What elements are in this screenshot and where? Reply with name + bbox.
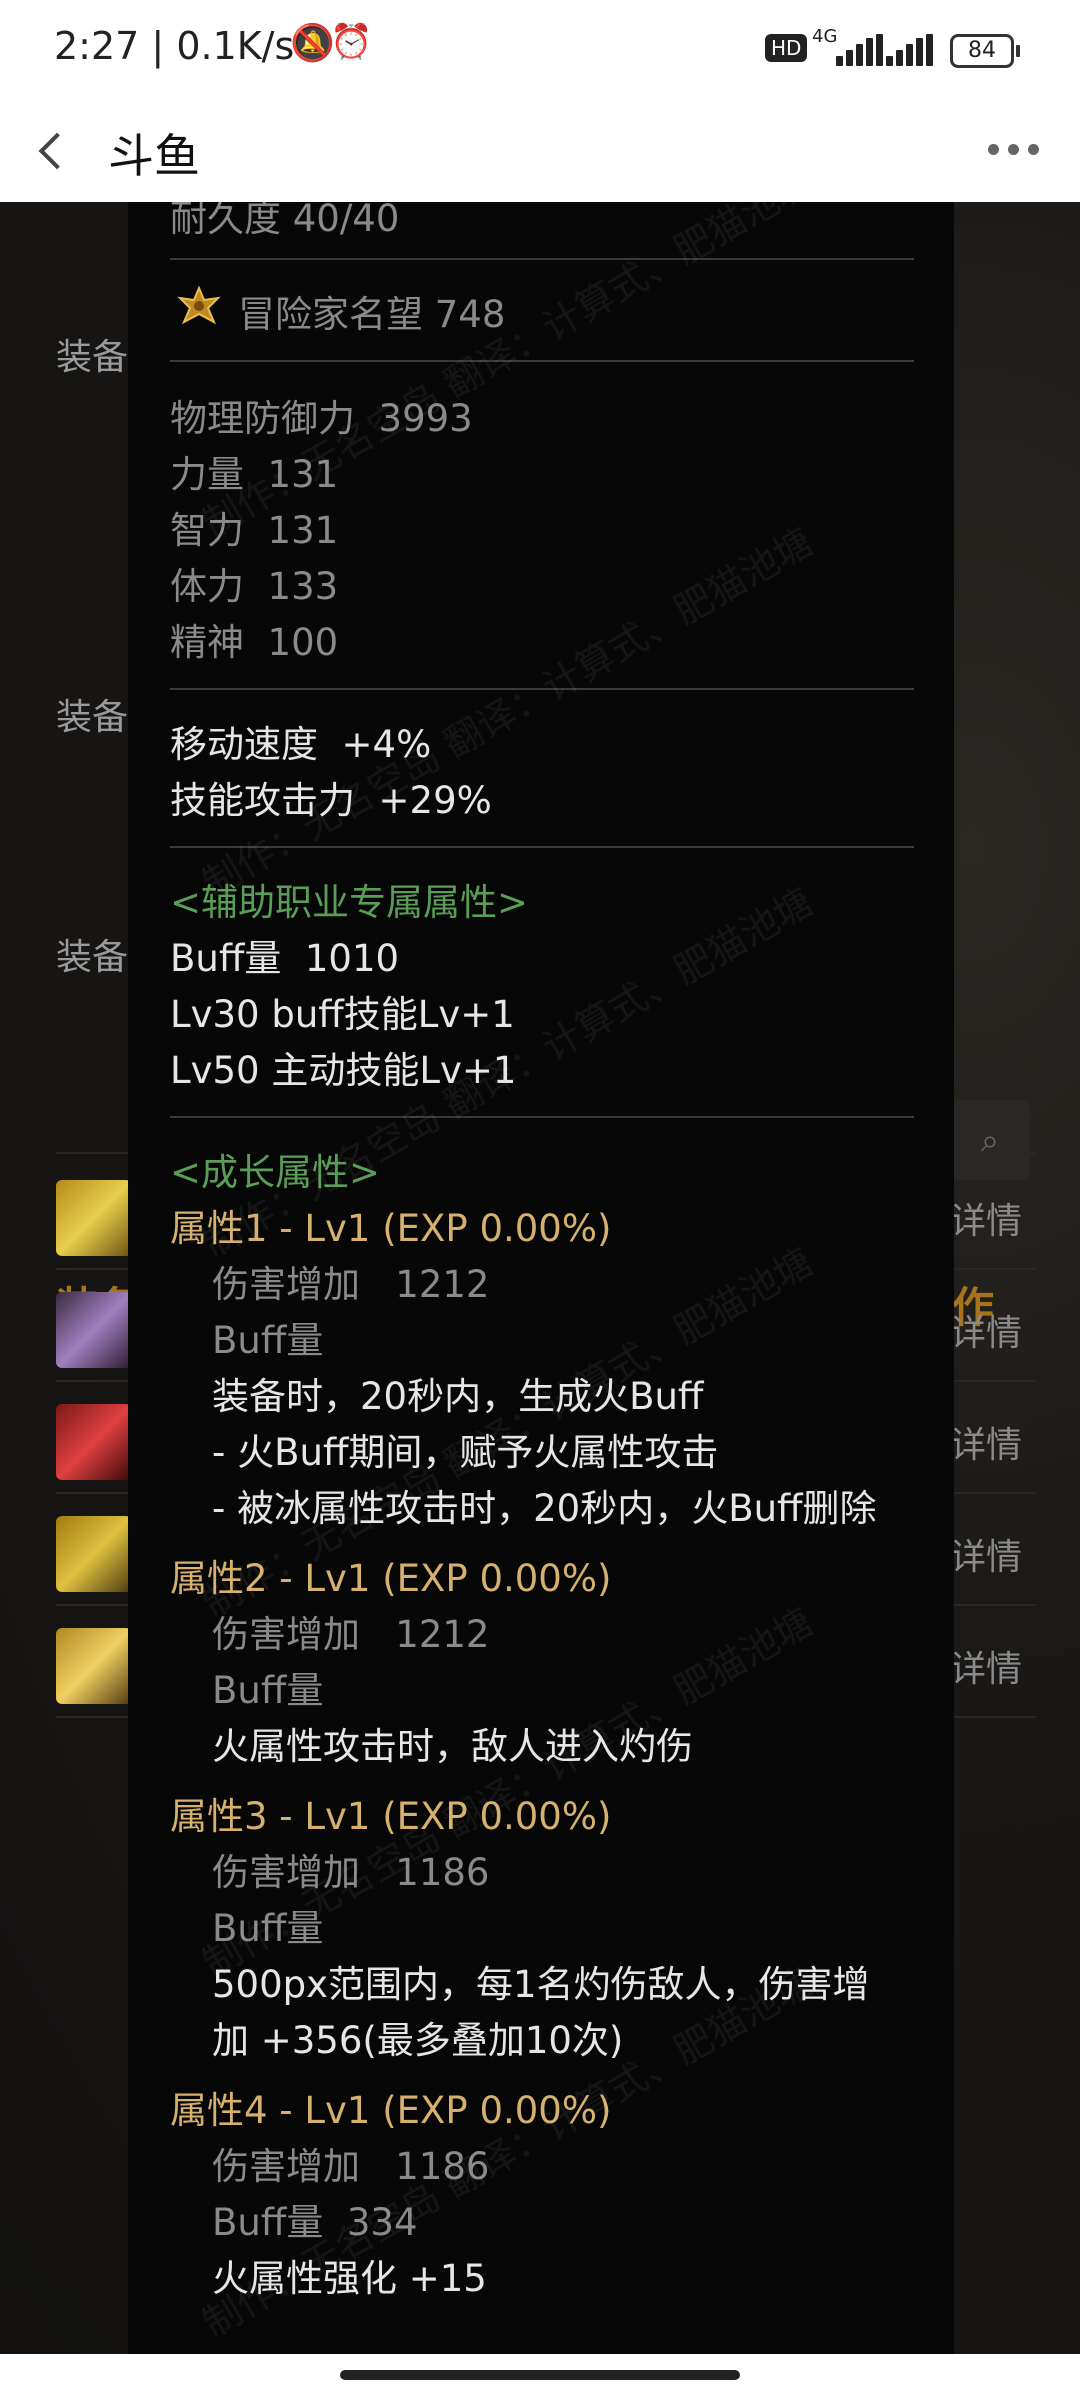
equipment-thumbnail[interactable] (56, 1180, 132, 1256)
stat-row: 体力 133 (170, 565, 339, 608)
home-indicator[interactable] (340, 2370, 740, 2380)
detail-link[interactable]: 详情 (950, 1192, 1022, 1244)
growth-buff-row: Buff量 (212, 1669, 324, 1712)
stat-row: 精神 100 (170, 621, 339, 664)
system-nav-bar (0, 2354, 1080, 2400)
equipment-thumbnail[interactable] (56, 1404, 132, 1480)
alarm-icon: ⏰ (330, 22, 373, 62)
signal-icon (836, 34, 886, 66)
growth-dmg-row: 伤害增加 1212 (212, 1613, 490, 1656)
divider (170, 258, 914, 260)
reputation-crest-icon (177, 286, 221, 325)
equipment-thumbnail[interactable] (56, 1628, 132, 1704)
reputation-text: 冒险家名望 748 (238, 293, 506, 336)
status-time: 2:27 | 0.1K/s (54, 24, 295, 68)
hd-badge: HD (765, 34, 808, 62)
detail-link[interactable]: 详情 (950, 1416, 1022, 1468)
divider (170, 1116, 914, 1118)
item-tooltip: 耐久度 40/40 冒险家名望 748 物理防御力 3993 力量 131 智力… (128, 202, 954, 2354)
bg-equip-label-2: 装备 (56, 697, 129, 738)
growth-desc: 加 +356(最多叠加10次) (212, 2019, 624, 2062)
equipment-thumbnail[interactable] (56, 1516, 132, 1592)
watermark-text: 制作：无名空岛 翻译：计算式、肥猫池塘 (195, 202, 821, 546)
equipment-thumbnail[interactable] (56, 1292, 132, 1368)
detail-link[interactable]: 详情 (950, 1528, 1022, 1580)
mute-bell-icon: 🔕 (290, 23, 335, 64)
growth-dmg-row: 伤害增加 1212 (212, 1263, 490, 1306)
status-bar: 2:27 | 0.1K/s 🔕 ⏰ HD 4G 84 (0, 0, 1080, 100)
nav-bar: 斗鱼 (0, 100, 1080, 202)
detail-link[interactable]: 详情 (950, 1640, 1022, 1692)
signal-icon-2 (886, 34, 936, 66)
durability-text: 耐久度 40/40 (170, 202, 400, 240)
growth-buff-row: Buff量 (212, 1319, 324, 1362)
bg-equip-label-1: 装备 (56, 337, 129, 378)
bg-equip-label-3: 装备 (56, 937, 129, 978)
support-line: Lv30 buff技能Lv+1 (170, 993, 515, 1036)
search-icon[interactable]: ⌕ (950, 1100, 1030, 1180)
network-type: 4G (812, 26, 838, 47)
more-options-icon[interactable] (984, 134, 1044, 164)
page-title: 斗鱼 (108, 129, 200, 183)
back-arrow-icon[interactable] (30, 118, 74, 182)
battery-icon: 84 (950, 34, 1020, 68)
detail-link[interactable]: 详情 (950, 1304, 1022, 1356)
support-buff-row: Buff量 1010 (170, 937, 400, 980)
